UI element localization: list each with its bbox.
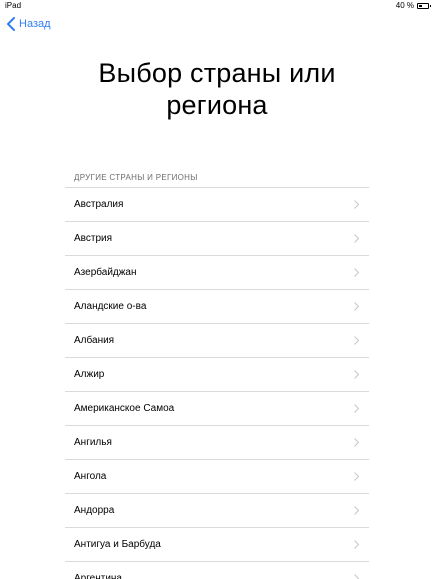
back-button[interactable]: Назад [6, 15, 51, 33]
status-right: 40 % [395, 0, 431, 12]
country-item-label: Австрия [74, 233, 113, 244]
chevron-right-icon [354, 404, 359, 413]
country-item-label: Албания [74, 335, 115, 346]
country-item[interactable]: Аргентина [65, 562, 369, 579]
country-item-label: Ангилья [74, 437, 112, 448]
country-item[interactable]: Антигуа и Барбуда [65, 528, 369, 562]
country-item[interactable]: Американское Самоа [65, 392, 369, 426]
battery-fill [419, 5, 423, 7]
page-title-line-2: региона [166, 90, 268, 120]
chevron-right-icon [354, 302, 359, 311]
page-title-line-1: Выбор страны или [98, 58, 336, 88]
chevron-left-icon [7, 17, 15, 31]
back-button-label: Назад [19, 18, 51, 30]
chevron-right-icon [354, 268, 359, 277]
country-item[interactable]: Австрия [65, 222, 369, 256]
device-name: iPad [5, 1, 22, 10]
chevron-right-icon [354, 370, 359, 379]
chevron-right-icon [354, 574, 359, 579]
country-item[interactable]: Албания [65, 324, 369, 358]
country-item[interactable]: Андорра [65, 494, 369, 528]
country-item[interactable]: Ангола [65, 460, 369, 494]
country-item-label: Антигуа и Барбуда [74, 539, 161, 550]
section-header: ДРУГИЕ СТРАНЫ И РЕГИОНЫ [74, 173, 198, 182]
country-item-label: Аргентина [74, 573, 122, 579]
country-item[interactable]: Алжир [65, 358, 369, 392]
battery-icon [417, 3, 431, 9]
country-item[interactable]: Аландские о-ва [65, 290, 369, 324]
chevron-right-icon [354, 234, 359, 243]
country-item-label: Азербайджан [74, 267, 137, 278]
country-item[interactable]: Азербайджан [65, 256, 369, 290]
country-item-label: Американское Самоа [74, 403, 175, 414]
chevron-right-icon [354, 540, 359, 549]
country-item[interactable]: Австралия [65, 188, 369, 222]
battery-percent: 40 % [395, 1, 414, 10]
chevron-right-icon [354, 438, 359, 447]
chevron-right-icon [354, 506, 359, 515]
chevron-right-icon [354, 336, 359, 345]
country-item-label: Австралия [74, 199, 124, 210]
country-item-label: Андорра [74, 505, 115, 516]
country-item-label: Ангола [74, 471, 107, 482]
country-item-label: Аландские о-ва [74, 301, 147, 312]
status-bar: iPad 40 % [0, 0, 434, 12]
country-item-label: Алжир [74, 369, 105, 380]
chevron-right-icon [354, 200, 359, 209]
country-list: Австралия Австрия Азербайджан Аландские о-в… [65, 187, 369, 579]
chevron-right-icon [354, 472, 359, 481]
country-item[interactable]: Ангилья [65, 426, 369, 460]
screen: iPad 40 % Назад Выбор страны или региона… [0, 0, 434, 579]
page-title: Выбор страны или региона [0, 57, 434, 121]
